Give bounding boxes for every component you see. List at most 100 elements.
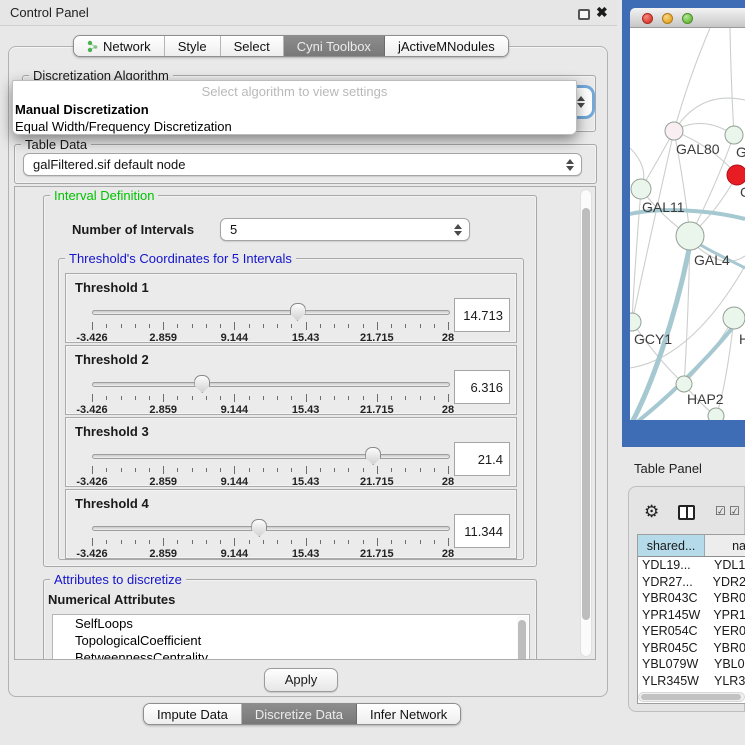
checkbox-icon[interactable]: ☑ (729, 505, 740, 517)
apply-button[interactable]: Apply (264, 668, 338, 692)
slider-tick (377, 394, 378, 402)
threshold-slider[interactable]: -3.4262.8599.14415.4321.71528 (90, 518, 454, 558)
close-panel-icon[interactable]: ✖ (596, 4, 608, 21)
name-cell[interactable]: YLR3 (710, 673, 745, 690)
slider-ticks (90, 394, 454, 402)
threshold-slider[interactable]: -3.4262.8599.14415.4321.71528 (90, 446, 454, 486)
table-data-combobox[interactable]: galFiltered.sif default node (23, 153, 582, 176)
close-window-icon[interactable] (642, 13, 653, 24)
column-header-shared-name[interactable]: shared... (638, 535, 705, 556)
control-panel-title: Control Panel (10, 5, 89, 20)
zoom-window-icon[interactable] (682, 13, 693, 24)
attribute-list-item[interactable]: SelfLoops (53, 615, 529, 632)
tab-impute-data[interactable]: Impute Data (144, 704, 242, 724)
network-node[interactable] (631, 179, 651, 199)
name-cell[interactable]: YBR0 (709, 590, 745, 607)
scrollbar-thumb[interactable] (641, 694, 741, 700)
table-row[interactable]: YLR345WYLR3 (638, 673, 745, 690)
name-cell[interactable]: YER0 (709, 623, 745, 640)
dropdown-item-manual-discretization[interactable]: Manual Discretization (13, 101, 576, 118)
shared-name-cell[interactable]: YPR145W (638, 607, 709, 624)
name-cell[interactable]: YBL0 (710, 656, 745, 673)
number-of-intervals-combobox[interactable]: 5 (220, 218, 470, 241)
tab-network[interactable]: Network (74, 36, 165, 56)
slider-track[interactable] (92, 310, 450, 315)
numerical-attributes-list[interactable]: SelfLoopsTopologicalCoefficientBetweenne… (52, 614, 530, 660)
slider-handle[interactable] (365, 447, 381, 465)
network-edge[interactable] (730, 28, 734, 135)
name-cell[interactable]: YBR0 (709, 640, 745, 657)
tab-select[interactable]: Select (221, 36, 284, 56)
dropdown-placeholder-item[interactable]: Select algorithm to view settings (13, 81, 576, 101)
name-cell[interactable]: YPR1 (709, 607, 745, 624)
dropdown-item-equal-width[interactable]: Equal Width/Frequency Discretization (13, 118, 576, 135)
threshold-value-field[interactable]: 11.344 (454, 514, 510, 548)
network-node[interactable] (676, 376, 692, 392)
name-cell[interactable]: YDL1 (710, 557, 745, 574)
table-horizontal-scrollbar[interactable] (638, 692, 745, 702)
network-icon (87, 40, 98, 53)
threshold-value-field[interactable]: 6.316 (454, 370, 510, 404)
threshold-value-field[interactable]: 21.4 (454, 442, 510, 476)
slider-handle[interactable] (251, 519, 267, 537)
network-node[interactable] (708, 408, 724, 420)
shared-name-cell[interactable]: YDR27... (638, 574, 709, 591)
shared-name-cell[interactable]: YBR043C (638, 590, 709, 607)
attribute-list-item[interactable]: TopologicalCoefficient (53, 632, 529, 649)
slider-track[interactable] (92, 526, 450, 531)
float-panel-icon[interactable] (578, 9, 590, 20)
tab-cyni-toolbox[interactable]: Cyni Toolbox (284, 36, 385, 56)
slider-track[interactable] (92, 382, 450, 387)
gear-icon[interactable]: ⚙ (644, 503, 659, 520)
table-row[interactable]: YDR27...YDR2 (638, 574, 745, 591)
column-layout-icon[interactable] (678, 505, 695, 520)
slider-handle[interactable] (290, 303, 306, 321)
tab-jactivemnodules[interactable]: jActiveMNodules (385, 36, 508, 56)
tab-infer-network[interactable]: Infer Network (357, 704, 460, 724)
network-node[interactable] (676, 222, 704, 250)
slider-handle[interactable] (194, 375, 210, 393)
slider-scale-label: -3.426 (60, 476, 124, 488)
table-row[interactable]: YBR043CYBR0 (638, 590, 745, 607)
network-view[interactable]: GAL80GCGAL11GAL4GCY1HHAP2 (630, 28, 745, 420)
scrollbar-thumb[interactable] (518, 620, 526, 660)
network-node[interactable] (630, 313, 641, 331)
attributes-scrollbar[interactable] (517, 616, 528, 660)
slider-tick (220, 324, 221, 328)
threshold-slider[interactable]: -3.4262.8599.14415.4321.71528 (90, 302, 454, 342)
slider-scale-label: 2.859 (131, 476, 195, 488)
slider-tick (391, 396, 392, 400)
table-data-value: galFiltered.sif default node (24, 157, 185, 172)
slider-tick (363, 468, 364, 472)
settings-vertical-scrollbar[interactable] (580, 189, 592, 657)
network-edge[interactable] (674, 28, 710, 131)
table-row[interactable]: YDL19...YDL1 (638, 557, 745, 574)
slider-tick (320, 324, 321, 328)
network-node[interactable] (725, 126, 743, 144)
slider-track[interactable] (92, 454, 450, 459)
column-header-name[interactable]: na (705, 535, 745, 556)
shared-name-cell[interactable]: YBR045C (638, 640, 709, 657)
network-node[interactable] (723, 307, 745, 329)
network-node[interactable] (727, 165, 745, 185)
minimize-window-icon[interactable] (662, 13, 673, 24)
threshold-slider[interactable]: -3.4262.8599.14415.4321.71528 (90, 374, 454, 414)
table-row[interactable]: YER054CYER0 (638, 623, 745, 640)
shared-name-cell[interactable]: YER054C (638, 623, 709, 640)
table-row[interactable]: YBR045CYBR0 (638, 640, 745, 657)
slider-tick (135, 396, 136, 400)
scrollbar-thumb[interactable] (582, 208, 590, 620)
node-table[interactable]: shared... na YDL19...YDL1YDR27...YDR2YBR… (637, 534, 745, 704)
attribute-list-item[interactable]: BetweennessCentrality (53, 649, 529, 660)
shared-name-cell[interactable]: YBL079W (638, 656, 710, 673)
name-cell[interactable]: YDR2 (709, 574, 745, 591)
table-row[interactable]: YPR145WYPR1 (638, 607, 745, 624)
table-row[interactable]: YBL079WYBL0 (638, 656, 745, 673)
threshold-value-field[interactable]: 14.713 (454, 298, 510, 332)
checkbox-icon[interactable]: ☑ (715, 505, 726, 517)
network-node[interactable] (665, 122, 683, 140)
tab-discretize-data[interactable]: Discretize Data (242, 704, 357, 724)
shared-name-cell[interactable]: YLR345W (638, 673, 710, 690)
tab-style[interactable]: Style (165, 36, 221, 56)
shared-name-cell[interactable]: YDL19... (638, 557, 710, 574)
